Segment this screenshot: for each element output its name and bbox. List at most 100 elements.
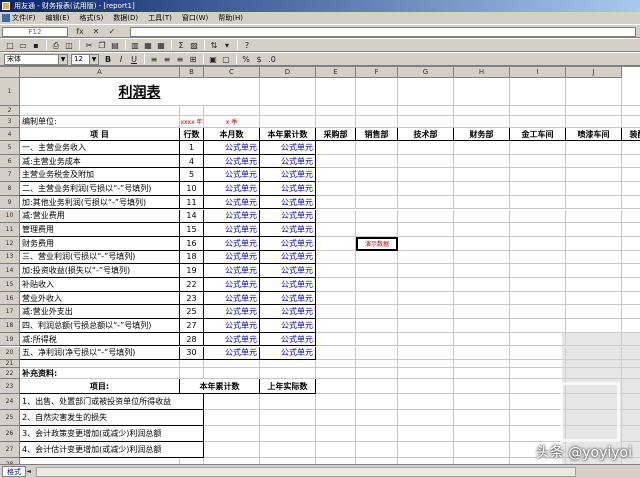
grid-cell[interactable] [356,106,398,116]
grid-cell[interactable] [566,236,622,251]
grid-cell[interactable] [622,251,640,265]
grid-cell[interactable] [454,78,510,106]
decimal-icon[interactable]: .0 [266,54,278,65]
grid-cell[interactable] [510,236,566,251]
row-header[interactable]: 27 [0,442,20,459]
grid-cell[interactable] [316,305,356,320]
grid-cell[interactable] [454,106,510,116]
grid-cell[interactable] [510,410,566,427]
grid-cell[interactable] [566,223,622,237]
grid-cell[interactable] [398,250,454,265]
grid-cell[interactable] [356,346,398,361]
grid-cell[interactable] [454,250,510,265]
grid-cell[interactable] [454,442,510,459]
paste-icon[interactable]: ▤ [109,40,121,51]
grid-cell[interactable] [454,394,510,411]
grid-cell[interactable] [510,154,566,169]
cut-icon[interactable]: ✂ [83,40,95,51]
grid-cell[interactable] [454,209,510,224]
row-header[interactable]: 15 [0,278,20,292]
column-header[interactable]: J [566,67,622,78]
cancel-icon[interactable]: ✕ [90,27,102,37]
grid-cell[interactable] [510,223,566,237]
grid-cell[interactable] [622,168,640,183]
menu-help[interactable]: 帮助(H) [218,13,243,23]
grid-cell[interactable] [398,426,454,443]
grid-cell[interactable] [316,394,356,411]
row-header[interactable]: 23 [0,379,20,395]
grid-cell[interactable] [622,106,640,116]
row-header[interactable]: 14 [0,264,20,278]
font-size-select[interactable]: 12 ▼ [71,53,99,65]
grid-cell[interactable] [454,360,510,369]
help-icon[interactable]: ? [241,40,253,51]
grid-cell[interactable] [622,278,640,292]
grid-cell[interactable] [398,291,454,306]
grid-cell[interactable] [566,209,622,224]
grid-cell[interactable] [316,346,356,361]
align-left-icon[interactable]: ≡ [148,54,160,65]
grid-cell[interactable] [316,182,356,196]
grid-cell[interactable] [398,182,454,196]
grid-cell[interactable] [356,332,398,347]
formula-cell[interactable]: 公式单元 [204,195,260,210]
formula-cell[interactable]: 公式单元 [260,319,316,333]
grid-cell[interactable] [566,168,622,183]
grid-cell[interactable] [260,394,316,411]
grid-cell[interactable] [510,394,566,411]
grid-cell[interactable] [204,360,260,369]
grid-cell[interactable] [622,196,640,210]
row-header[interactable]: 26 [0,426,20,443]
grid-cell[interactable] [566,250,622,265]
grid-cell[interactable] [316,236,356,251]
grid-cell[interactable] [260,442,316,459]
grid-cell[interactable] [398,394,454,411]
fx-icon[interactable]: fx [74,27,86,37]
grid-cell[interactable] [566,78,622,106]
formula-cell[interactable]: 公式单元 [204,223,260,237]
grid-cell[interactable] [316,78,356,106]
grid-cell[interactable] [510,426,566,443]
grid-cell[interactable] [454,141,510,155]
grid-cell[interactable] [356,250,398,265]
grid-cell[interactable] [622,141,640,155]
grid-cell[interactable] [622,237,640,251]
grid-cell[interactable] [316,116,356,128]
formula-cell[interactable]: 公式单元 [204,168,260,183]
bold-button[interactable]: B [102,54,114,65]
currency-icon[interactable]: $ [253,54,265,65]
grid-cell[interactable] [204,368,260,380]
grid-cell[interactable] [622,305,640,320]
formula-cell[interactable]: 公式单元 [260,168,316,183]
row-header[interactable]: 11 [0,223,20,237]
grid-cell[interactable] [260,410,316,427]
grid-cell[interactable] [398,278,454,292]
grid-cell[interactable] [510,116,566,128]
align-right-icon[interactable]: ≡ [174,54,186,65]
grid-cell[interactable] [510,141,566,155]
border-icon[interactable]: ▢ [220,54,232,65]
row-header[interactable]: 12 [0,236,20,251]
grid-cell[interactable] [622,78,640,106]
cell-reference-box[interactable]: F12 [2,27,68,37]
confirm-icon[interactable]: ✓ [106,27,118,37]
sheet-nav-left-icon[interactable]: ◄ [24,467,33,476]
grid-cell[interactable] [622,116,640,128]
grid-cell[interactable] [566,182,622,196]
grid-cell[interactable] [398,168,454,183]
menu-tools[interactable]: 工具(T) [148,13,172,23]
grid-cell[interactable] [356,195,398,210]
grid-cell[interactable] [510,360,566,369]
grid-cell[interactable] [316,141,356,155]
grid-cell[interactable] [398,195,454,210]
grid-cell[interactable] [510,168,566,183]
insert-row-icon[interactable]: ▥ [129,40,141,51]
grid-cell[interactable] [398,360,454,369]
grid-cell[interactable] [316,209,356,224]
grid-cell[interactable] [356,209,398,224]
grid-cell[interactable] [566,278,622,292]
grid-cell[interactable] [316,264,356,278]
formula-cell[interactable]: 公式单元 [204,182,260,196]
align-center-icon[interactable]: ≡ [161,54,173,65]
grid-cell[interactable] [510,106,566,116]
